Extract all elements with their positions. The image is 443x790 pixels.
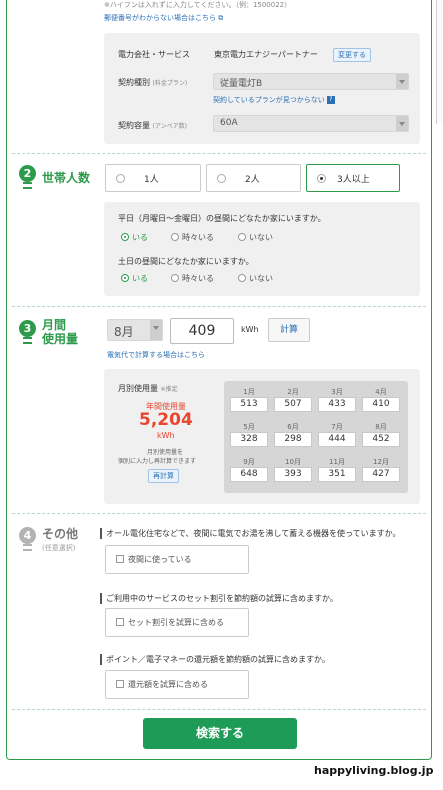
usage-unit: kWh bbox=[241, 325, 259, 334]
weekend-yes-radio[interactable]: いる bbox=[121, 273, 148, 284]
postal-unknown-link[interactable]: 郵便番号がわからない場合はこちら ⧉ bbox=[104, 13, 223, 23]
watermark: happyliving.blog.jp bbox=[314, 764, 434, 777]
month-header: 12月 bbox=[373, 458, 389, 466]
night-use-checkbox[interactable]: 夜間に使っている bbox=[105, 545, 249, 574]
section-4-number: 4 bbox=[19, 527, 36, 544]
section-4-marker-tail bbox=[23, 544, 32, 551]
month-header: 5月 bbox=[243, 423, 255, 431]
month-usage-input[interactable]: 393 bbox=[274, 467, 312, 482]
weekday-question: 平日（月曜日〜金曜日）の昼間にどなたか家にいますか。 bbox=[118, 214, 326, 223]
recalc-button[interactable]: 再計算 bbox=[148, 469, 179, 483]
section-3-title: 月間 使用量 bbox=[42, 318, 79, 346]
calc-by-bill-link[interactable]: 電気代で計算する場合はこちら bbox=[107, 350, 205, 360]
question-night-use: オール電化住宅などで、夜間に電気でお湯を沸して蓄える機器を使っていますか。 bbox=[100, 528, 400, 539]
month-usage-input[interactable]: 648 bbox=[230, 467, 268, 482]
weekend-question: 土日の昼間にどなたか家にいますか。 bbox=[118, 257, 254, 266]
calc-button[interactable]: 計算 bbox=[268, 318, 310, 342]
month-usage-input[interactable]: 298 bbox=[274, 432, 312, 447]
month-header: 2月 bbox=[287, 388, 299, 396]
section-2-marker-tail bbox=[23, 182, 32, 189]
month-header: 9月 bbox=[243, 458, 255, 466]
checkbox-icon bbox=[116, 680, 124, 688]
household-option-2[interactable]: 2人 bbox=[206, 164, 301, 192]
section-4-title: その他 (任意選択) bbox=[42, 527, 79, 552]
chevron-down-icon bbox=[396, 116, 408, 131]
radio-selected-icon bbox=[317, 174, 326, 183]
external-link-icon: ⧉ bbox=[218, 14, 224, 22]
side-panel-edge bbox=[436, 0, 443, 124]
point-return-checkbox[interactable]: 還元額を試算に含める bbox=[105, 670, 249, 699]
month-usage-input[interactable]: 433 bbox=[318, 397, 356, 412]
section-divider bbox=[12, 306, 426, 307]
capacity-label: 契約容量 (アンペア数) bbox=[118, 121, 187, 130]
weekend-sometimes-radio[interactable]: 時々いる bbox=[171, 273, 214, 284]
weekday-no-radio[interactable]: いない bbox=[238, 232, 273, 243]
checkbox-icon bbox=[116, 618, 124, 626]
section-2-title: 世帯人数 bbox=[42, 171, 91, 185]
company-value: 東京電力エナジーパートナー bbox=[214, 50, 318, 59]
section-divider bbox=[12, 153, 426, 154]
company-label: 電力会社・サービス bbox=[118, 50, 190, 59]
household-option-3[interactable]: 3人以上 bbox=[306, 164, 400, 192]
capacity-select[interactable]: 60A bbox=[213, 115, 409, 132]
section-2-number: 2 bbox=[19, 165, 36, 182]
month-header: 4月 bbox=[375, 388, 387, 396]
section-3-marker-tail bbox=[23, 337, 32, 344]
help-icon: ? bbox=[326, 96, 335, 104]
month-header: 11月 bbox=[329, 458, 345, 466]
month-usage-input[interactable]: 427 bbox=[362, 467, 400, 482]
section-divider bbox=[12, 709, 426, 710]
contract-type-label: 契約種別 (料金プラン) bbox=[118, 78, 188, 87]
set-discount-checkbox[interactable]: セット割引を試算に含める bbox=[105, 608, 249, 637]
month-usage-input[interactable]: 444 bbox=[318, 432, 356, 447]
contract-type-select[interactable]: 従量電灯B bbox=[213, 73, 409, 90]
month-usage-input[interactable]: 507 bbox=[274, 397, 312, 412]
recalc-note-1: 月別使用量を bbox=[147, 449, 184, 456]
section-divider bbox=[12, 513, 426, 514]
month-usage-input[interactable]: 452 bbox=[362, 432, 400, 447]
month-header: 7月 bbox=[331, 423, 343, 431]
usage-input[interactable]: 409 bbox=[170, 318, 234, 344]
radio-icon bbox=[217, 174, 226, 183]
household-option-1[interactable]: 1人 bbox=[105, 164, 201, 192]
checkbox-icon bbox=[116, 555, 124, 563]
weekday-yes-radio[interactable]: いる bbox=[121, 232, 148, 243]
annual-usage-value: 5,204 bbox=[139, 410, 193, 430]
weekend-no-radio[interactable]: いない bbox=[238, 273, 273, 284]
radio-icon bbox=[116, 174, 125, 183]
annual-usage-unit: kWh bbox=[157, 431, 175, 440]
section-3-number: 3 bbox=[19, 320, 36, 337]
plan-not-found-link[interactable]: 契約しているプランが見つからない? bbox=[213, 95, 335, 105]
month-usage-input[interactable]: 513 bbox=[230, 397, 268, 412]
chevron-down-icon bbox=[150, 320, 162, 340]
hyphen-note: ※ハイフンは入れずに入力してください。（例：1500022） bbox=[104, 1, 292, 9]
weekday-sometimes-radio[interactable]: 時々いる bbox=[171, 232, 214, 243]
recalc-note-2: 個別に入力し再計算できます bbox=[118, 458, 197, 465]
month-header: 10月 bbox=[285, 458, 301, 466]
month-usage-input[interactable]: 351 bbox=[318, 467, 356, 482]
question-set-discount: ご利用中のサービスのセット割引を節約額の試算に含めますか。 bbox=[100, 593, 338, 604]
month-usage-input[interactable]: 328 bbox=[230, 432, 268, 447]
question-point-return: ポイント／電子マネーの還元額を節約額の試算に含めますか。 bbox=[100, 654, 330, 665]
search-button[interactable]: 検索する bbox=[143, 718, 297, 749]
month-header: 1月 bbox=[243, 388, 255, 396]
month-header: 8月 bbox=[375, 423, 387, 431]
month-select[interactable]: 8月 bbox=[107, 319, 163, 341]
month-header: 6月 bbox=[287, 423, 299, 431]
month-usage-input[interactable]: 410 bbox=[362, 397, 400, 412]
change-company-button[interactable]: 変更する bbox=[333, 48, 371, 62]
chevron-down-icon bbox=[396, 74, 408, 89]
monthly-usage-label: 月別使用量 ※推定 bbox=[118, 384, 178, 393]
month-header: 3月 bbox=[331, 388, 343, 396]
